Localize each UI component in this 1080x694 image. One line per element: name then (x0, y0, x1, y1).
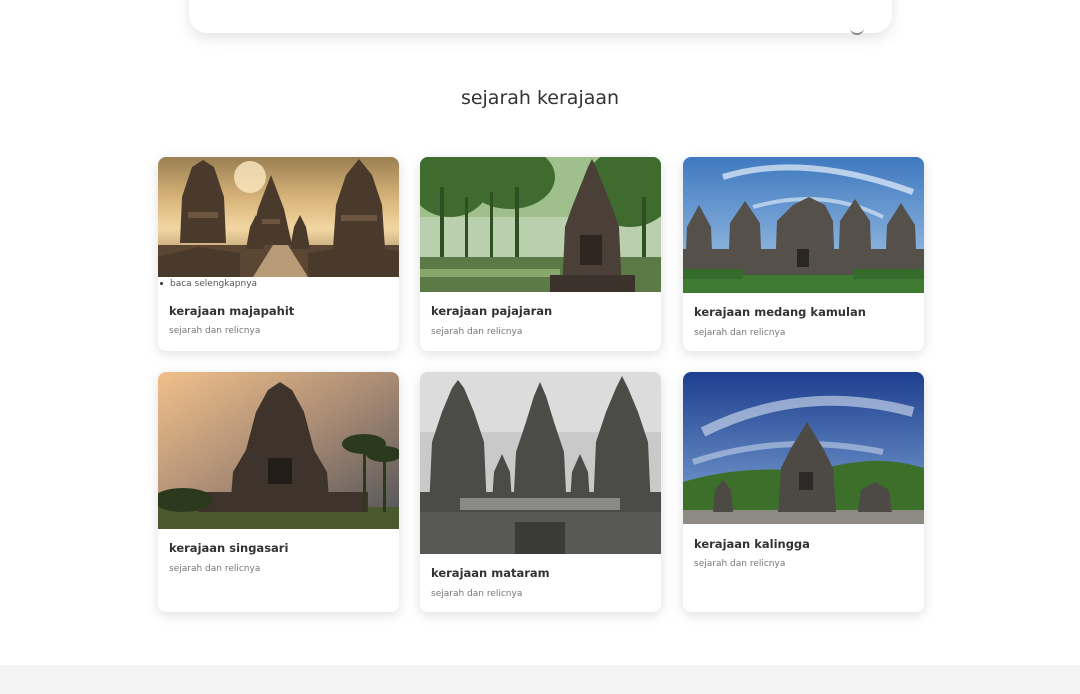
card-singasari[interactable]: kerajaan singasari sejarah dan relicnya (158, 372, 399, 612)
card-title: kerajaan medang kamulan (694, 305, 866, 319)
card-subtitle: sejarah dan relicnya (169, 564, 261, 574)
section-title: sejarah kerajaan (460, 87, 620, 109)
card-image (420, 157, 661, 292)
card-title: kerajaan pajajaran (431, 304, 553, 318)
card-mataram[interactable]: kerajaan mataram sejarah dan relicnya (420, 372, 661, 612)
card-subtitle: sejarah dan relicnya (169, 326, 261, 336)
card-medang-kamulan[interactable]: kerajaan medang kamulan sejarah dan reli… (683, 157, 924, 351)
card-subtitle: sejarah dan relicnya (694, 559, 786, 569)
card-subtitle: sejarah dan relicnya (431, 589, 523, 599)
card-image (683, 157, 924, 293)
card-title: kerajaan singasari (169, 541, 289, 555)
card-title: kerajaan mataram (431, 566, 550, 580)
card-image (683, 372, 924, 524)
read-more-label: baca selengkapnya (170, 279, 258, 289)
card-subtitle: sejarah dan relicnya (694, 328, 786, 338)
top-search-bar (189, 0, 892, 35)
card-image (420, 372, 661, 554)
topbar-icon[interactable] (850, 27, 864, 35)
card-image (158, 157, 399, 277)
read-more-link[interactable]: baca selengkapnya (160, 279, 257, 289)
card-majapahit[interactable]: baca selengkapnya kerajaan majapahit sej… (158, 157, 399, 351)
footer (0, 665, 1080, 694)
card-title: kerajaan kalingga (694, 537, 810, 551)
card-pajajaran[interactable]: kerajaan pajajaran sejarah dan relicnya (420, 157, 661, 351)
card-kalingga[interactable]: kerajaan kalingga sejarah dan relicnya (683, 372, 924, 612)
card-subtitle: sejarah dan relicnya (431, 327, 523, 337)
bullet-icon (160, 282, 163, 285)
card-title: kerajaan majapahit (169, 304, 295, 318)
card-image (158, 372, 399, 529)
